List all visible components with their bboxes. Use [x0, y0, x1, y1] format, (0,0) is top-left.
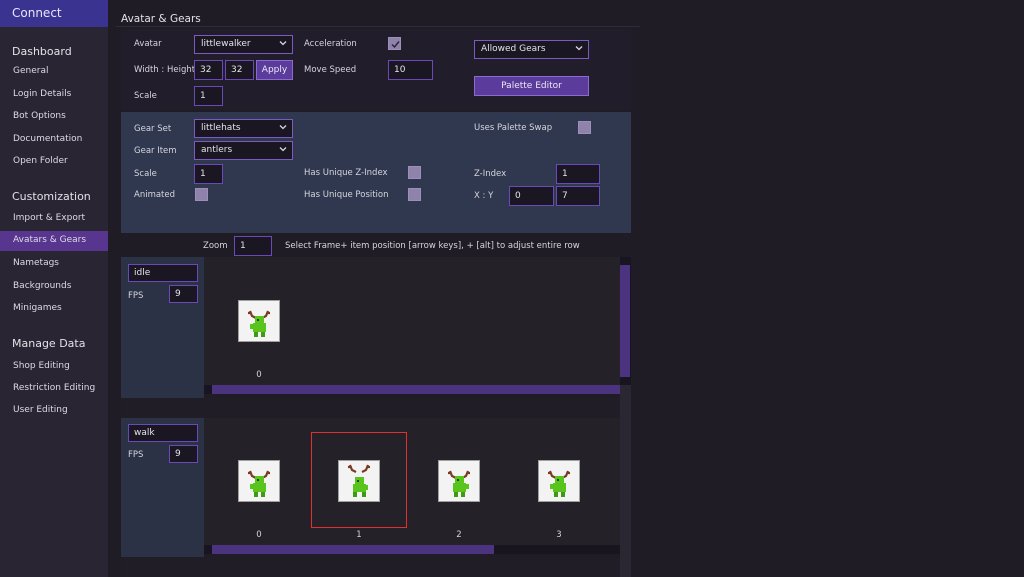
- idle-horizontal-scrollbar[interactable]: [204, 385, 620, 394]
- sidebar-item-general[interactable]: General: [0, 62, 108, 82]
- gear-set-value: littlehats: [201, 123, 241, 133]
- palette-swap-checkbox[interactable]: [578, 121, 591, 134]
- unique-z-index-checkbox[interactable]: [408, 166, 421, 179]
- gear-set-select[interactable]: littlehats: [194, 119, 293, 138]
- title-divider: [116, 26, 640, 27]
- row-separator: [121, 557, 620, 577]
- frame-thumb[interactable]: [538, 460, 580, 502]
- allowed-gears-select[interactable]: Allowed Gears: [474, 40, 589, 59]
- gear-item-label: Gear Item: [134, 146, 177, 156]
- sidebar-item-login-details[interactable]: Login Details: [0, 85, 108, 105]
- fps-field-idle[interactable]: 9: [169, 285, 198, 303]
- frame-number: 2: [456, 530, 462, 540]
- palette-swap-label: Uses Palette Swap: [474, 123, 553, 133]
- sidebar-item-minigames[interactable]: Minigames: [0, 299, 108, 319]
- chevron-down-icon: [279, 125, 287, 130]
- row-separator: [121, 398, 620, 418]
- avatar-scale-label: Scale: [134, 91, 157, 101]
- sidebar-item-shop-editing[interactable]: Shop Editing: [0, 357, 108, 377]
- sidebar-item-bot-options[interactable]: Bot Options: [0, 107, 108, 127]
- sidebar-item-avatars-gears[interactable]: Avatars & Gears: [0, 231, 108, 251]
- sidebar-heading-manage-data: Manage Data: [12, 337, 86, 350]
- avatar-label: Avatar: [134, 39, 162, 49]
- scrollbar-thumb[interactable]: [212, 385, 620, 394]
- gear-set-label: Gear Set: [134, 124, 172, 134]
- unique-position-checkbox[interactable]: [408, 188, 421, 201]
- frame-thumb[interactable]: [438, 460, 480, 502]
- animation-name-field-idle[interactable]: idle: [128, 264, 198, 282]
- avatar-scale-field[interactable]: 1: [194, 86, 223, 106]
- sidebar-item-user-editing[interactable]: User Editing: [0, 401, 108, 421]
- sidebar-item-open-folder[interactable]: Open Folder: [0, 152, 108, 172]
- zoom-label: Zoom: [203, 241, 228, 251]
- width-height-label: Width : Height: [134, 65, 196, 75]
- move-speed-label: Move Speed: [304, 65, 357, 75]
- fps-label: FPS: [128, 450, 144, 460]
- page-vertical-scrollbar[interactable]: [620, 385, 631, 577]
- checkmark-icon: [391, 41, 400, 49]
- connect-button[interactable]: Connect: [0, 0, 108, 27]
- height-field[interactable]: 32: [225, 60, 254, 80]
- frame-thumb[interactable]: [238, 460, 280, 502]
- sprite-icon: [448, 470, 470, 497]
- acceleration-label: Acceleration: [304, 39, 357, 49]
- fps-field-walk[interactable]: 9: [169, 445, 198, 463]
- sidebar-item-restriction-editing[interactable]: Restriction Editing: [0, 379, 108, 399]
- z-index-field[interactable]: 1: [556, 164, 600, 184]
- fps-label: FPS: [128, 291, 144, 301]
- unique-z-index-label: Has Unique Z-Index: [304, 168, 388, 178]
- chevron-down-icon: [279, 147, 287, 152]
- allowed-gears-value: Allowed Gears: [481, 44, 546, 54]
- frame-thumb[interactable]: [338, 460, 380, 502]
- sprite-icon: [248, 310, 270, 337]
- sidebar-heading-customization: Customization: [12, 190, 91, 203]
- scrollbar-thumb[interactable]: [212, 545, 494, 554]
- idle-vertical-scrollbar[interactable]: [620, 257, 631, 385]
- sidebar-item-import-export[interactable]: Import & Export: [0, 209, 108, 229]
- page-title: Avatar & Gears: [121, 13, 201, 25]
- gear-scale-field[interactable]: 1: [194, 164, 223, 184]
- x-field[interactable]: 0: [509, 186, 554, 206]
- avatar-select-value: littlewalker: [201, 39, 251, 49]
- zoom-hint: Select Frame+ item position [arrow keys]…: [285, 241, 580, 251]
- animated-checkbox[interactable]: [195, 188, 208, 201]
- y-field[interactable]: 7: [556, 186, 600, 206]
- walk-horizontal-scrollbar[interactable]: [204, 545, 620, 554]
- acceleration-checkbox[interactable]: [388, 37, 401, 50]
- z-index-label: Z-Index: [474, 169, 507, 179]
- sprite-icon: [548, 470, 570, 497]
- sidebar-heading-dashboard: Dashboard: [12, 45, 72, 58]
- gear-item-value: antlers: [201, 145, 233, 155]
- frame-thumb[interactable]: [238, 300, 280, 342]
- unique-position-label: Has Unique Position: [304, 190, 389, 200]
- palette-editor-button[interactable]: Palette Editor: [474, 76, 589, 96]
- sidebar-item-documentation[interactable]: Documentation: [0, 130, 108, 150]
- zoom-field[interactable]: 1: [234, 236, 272, 256]
- move-speed-field[interactable]: 10: [388, 60, 433, 80]
- avatar-select[interactable]: littlewalker: [194, 35, 293, 54]
- frame-number: 1: [356, 530, 362, 540]
- frame-number: 3: [556, 530, 562, 540]
- frame-number: 0: [256, 530, 262, 540]
- scrollbar-thumb[interactable]: [620, 265, 630, 377]
- width-field[interactable]: 32: [194, 60, 223, 80]
- sprite-icon: [248, 470, 270, 497]
- chevron-down-icon: [575, 46, 583, 51]
- sidebar-item-backgrounds[interactable]: Backgrounds: [0, 277, 108, 297]
- animated-label: Animated: [134, 190, 176, 200]
- x-y-label: X : Y: [474, 191, 494, 201]
- sidebar-item-nametags[interactable]: Nametags: [0, 254, 108, 274]
- chevron-down-icon: [279, 41, 287, 46]
- gear-scale-label: Scale: [134, 169, 157, 179]
- gear-item-select[interactable]: antlers: [194, 141, 293, 160]
- frame-number: 0: [256, 370, 262, 380]
- apply-button[interactable]: Apply: [256, 60, 293, 80]
- sprite-icon: [348, 464, 370, 497]
- animation-name-field-walk[interactable]: walk: [128, 424, 198, 442]
